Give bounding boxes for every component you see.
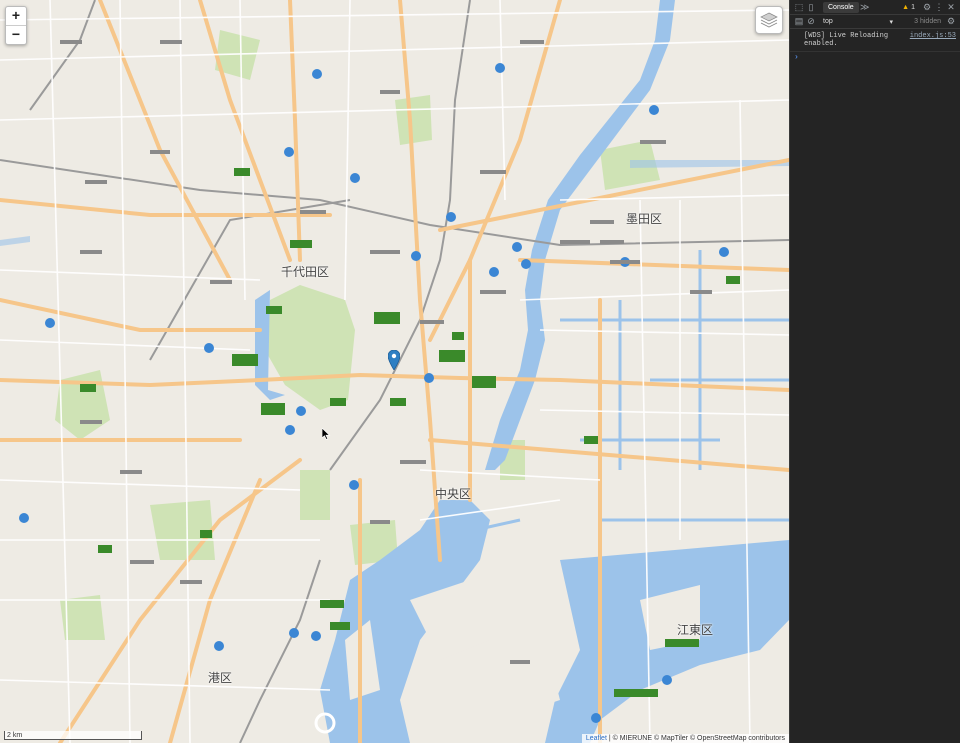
zoom-control: + − [5,6,27,45]
chevron-down-icon: ▾ [889,18,893,26]
context-value: top [823,17,833,25]
location-marker-icon[interactable] [388,350,400,370]
warning-count: 1 [911,3,915,11]
zoom-in-button[interactable]: + [6,7,26,25]
kebab-menu-icon[interactable]: ⋮ [933,1,945,13]
leaflet-link[interactable]: Leaflet [586,735,607,742]
console-settings-gear-icon[interactable]: ⚙ [945,16,957,28]
layers-icon [760,12,778,28]
gear-icon[interactable]: ⚙ [921,1,933,13]
devtools-tabbar: ⬚ ▯ Console ≫ ▲ 1 ⚙ ⋮ ✕ [790,0,960,15]
context-selector[interactable]: top ▾ [823,18,893,26]
console-prompt[interactable]: › [790,52,960,63]
zoom-out-button[interactable]: − [6,25,26,44]
console-message-source[interactable]: index.js:53 [910,32,956,48]
sidebar-toggle-icon[interactable]: ▤ [793,16,805,28]
console-message-text: [WDS] Live Reloading enabled. [804,32,889,48]
hidden-messages-count: 3 hidden [914,18,941,25]
area-label-chuo: 中央区 [435,487,472,501]
console-message: [WDS] Live Reloading enabled. index.js:5… [790,29,960,52]
device-toggle-icon[interactable]: ▯ [805,1,817,13]
tab-console[interactable]: Console [823,1,859,13]
map-view[interactable]: 千代田区 墨田区 中央区 江東区 港区 + − 2 km Leaflet | ©… [0,0,789,743]
map-attribution: Leaflet | © MIERUNE © MapTiler © OpenStr… [581,734,789,743]
scale-bar: 2 km [4,731,142,740]
area-label-minato: 港区 [208,671,233,685]
attribution-text: | © MIERUNE © MapTiler © OpenStreetMap c… [606,735,785,742]
close-icon[interactable]: ✕ [945,1,957,13]
layers-button[interactable] [755,6,783,34]
warning-badge[interactable]: ▲ 1 [902,4,915,11]
area-label-chiyoda: 千代田区 [281,265,330,279]
area-label-sumida: 墨田区 [626,212,663,226]
mouse-cursor-icon [322,428,331,440]
console-toolbar: ▤ ⊘ top ▾ 3 hidden ⚙ [790,15,960,29]
warning-icon: ▲ [902,3,910,11]
more-tabs-icon[interactable]: ≫ [859,1,871,13]
clear-console-icon[interactable]: ⊘ [805,16,817,28]
map-tiles[interactable] [0,0,789,743]
area-label-koto: 江東区 [677,623,714,637]
devtools-panel: ⬚ ▯ Console ≫ ▲ 1 ⚙ ⋮ ✕ ▤ ⊘ top ▾ 3 hidd… [789,0,960,743]
inspect-element-icon[interactable]: ⬚ [793,1,805,13]
